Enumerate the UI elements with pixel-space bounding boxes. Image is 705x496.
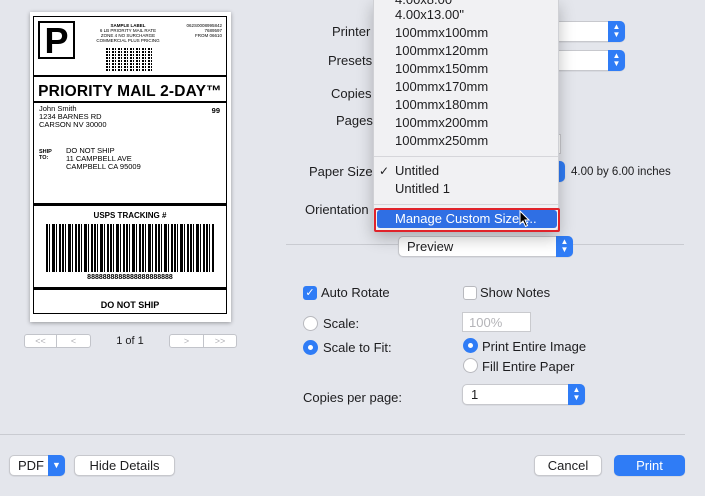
- ship-to-label: SHIP TO:: [39, 149, 52, 161]
- shipping-label: P SAMPLE LABEL 6 LB PRIORITY MAIL RATE Z…: [33, 16, 227, 314]
- auto-rotate-checkbox[interactable]: ✓: [303, 286, 317, 300]
- menu-item-size[interactable]: 100mmx170mm: [374, 78, 558, 96]
- scale-label: Scale:: [323, 316, 360, 331]
- show-notes-checkbox[interactable]: [463, 286, 477, 300]
- section-popup-value: Preview: [407, 239, 454, 254]
- page-indicator: 1 of 1: [116, 335, 144, 347]
- last-page-button[interactable]: >>: [203, 334, 237, 348]
- scale-to-fit-label: Scale to Fit:: [323, 340, 392, 355]
- label-right-codes: 062S0008995842 7689597 FROM 06610: [186, 23, 222, 38]
- print-entire-image-label: Print Entire Image: [482, 339, 587, 354]
- menu-item-size[interactable]: 100mmx120mm: [374, 42, 558, 60]
- next-page-button[interactable]: >: [169, 334, 204, 348]
- menu-item-custom-untitled[interactable]: ✓ Untitled: [374, 162, 558, 180]
- pdf-menu-button[interactable]: PDF ▼: [9, 455, 65, 476]
- menu-item-size[interactable]: 4.00x13.00": [374, 6, 558, 24]
- popup-arrows-icon: ▲▼: [608, 50, 625, 71]
- scale-input[interactable]: 100%: [462, 312, 531, 332]
- menu-item-size[interactable]: 100mmx100mm: [374, 24, 558, 42]
- popup-arrows-icon: ▲▼: [568, 384, 585, 405]
- to-address: DO NOT SHIP 11 CAMPBELL AVE CAMPBELL CA …: [66, 146, 141, 171]
- popup-arrows-icon: ▲▼: [556, 236, 573, 257]
- from-address: John Smith 1234 BARNES RD CARSON NV 3000…: [39, 104, 107, 129]
- menu-item-size[interactable]: 100mmx250mm: [374, 132, 558, 150]
- copies-per-page-value: 1: [471, 387, 479, 402]
- popup-arrows-icon: ▲▼: [608, 21, 625, 42]
- menu-item-size[interactable]: 100mmx180mm: [374, 96, 558, 114]
- tracking-title: USPS TRACKING #: [93, 211, 167, 220]
- fill-entire-paper-label: Fill Entire Paper: [482, 359, 575, 374]
- copies-per-page-label: Copies per page:: [303, 390, 403, 405]
- printer-label: Printer: [332, 24, 371, 39]
- auto-rotate-label: Auto Rotate: [321, 285, 390, 300]
- presets-label: Presets: [328, 53, 373, 68]
- highlight-outline: [374, 208, 560, 232]
- from-code: 99: [211, 106, 220, 115]
- checkmark-icon: ✓: [379, 164, 390, 178]
- hide-details-button[interactable]: Hide Details: [74, 455, 175, 476]
- sample-label-lines: SAMPLE LABEL 6 LB PRIORITY MAIL RATE ZON…: [96, 23, 160, 43]
- label-footer: DO NOT SHIP: [100, 300, 160, 310]
- copies-per-page-popup[interactable]: 1 ▲ ▼: [462, 384, 585, 405]
- tracking-number: 8888888888888888888888: [87, 274, 173, 281]
- cancel-button[interactable]: Cancel: [534, 455, 602, 476]
- chevron-down-icon: ▼: [48, 455, 65, 476]
- pages-label: Pages: [336, 113, 373, 128]
- section-popup[interactable]: Preview ▲ ▼: [398, 236, 573, 257]
- menu-item-custom-untitled-1[interactable]: Untitled 1: [374, 180, 558, 198]
- print-preview-sheet: P SAMPLE LABEL 6 LB PRIORITY MAIL RATE Z…: [30, 12, 231, 322]
- first-page-button[interactable]: <<: [24, 334, 57, 348]
- paper-size-label: Paper Size: [309, 164, 373, 179]
- print-entire-image-radio[interactable]: [463, 338, 478, 353]
- print-button[interactable]: Print: [614, 455, 685, 476]
- mouse-cursor-icon: [519, 210, 531, 228]
- copies-label: Copies: [331, 86, 372, 101]
- fill-entire-paper-radio[interactable]: [463, 358, 478, 373]
- paper-size-menu: 4.00x8.00 4.00x13.00" 100mmx100mm 100mmx…: [373, 0, 559, 232]
- 2d-barcode: [106, 47, 154, 71]
- menu-item-size[interactable]: 100mmx150mm: [374, 60, 558, 78]
- service-title: PRIORITY MAIL 2-DAY™: [38, 83, 222, 100]
- show-notes-label: Show Notes: [480, 285, 551, 300]
- menu-item-size[interactable]: 100mmx200mm: [374, 114, 558, 132]
- priority-p-logo: P: [38, 21, 75, 59]
- prev-page-button[interactable]: <: [56, 334, 91, 348]
- scale-radio[interactable]: [303, 316, 318, 331]
- paper-size-dimensions: 4.00 by 6.00 inches: [571, 166, 671, 178]
- scale-to-fit-radio[interactable]: [303, 340, 318, 355]
- orientation-label: Orientation: [305, 202, 369, 217]
- tracking-barcode: [46, 224, 214, 272]
